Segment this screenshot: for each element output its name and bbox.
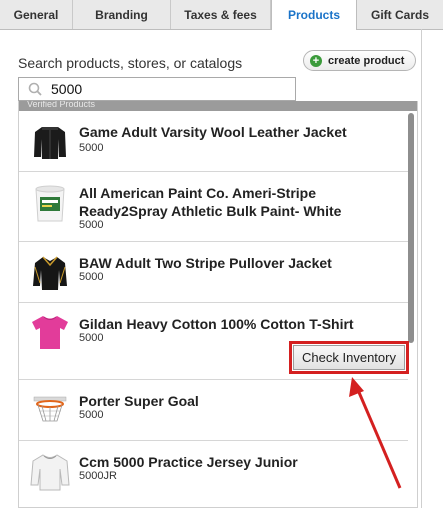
product-name: All American Paint Co. Ameri-Stripe Read… (79, 185, 342, 219)
basketball-hoop-thumbnail (33, 396, 67, 422)
tab-bar: General Branding Taxes & fees Products G… (0, 0, 443, 30)
product-sku: 5000 (79, 142, 104, 154)
product-name: Gildan Heavy Cotton 100% Cotton T-Shirt (79, 316, 354, 332)
paint-bucket-thumbnail (35, 185, 65, 222)
create-product-button[interactable]: + create product (303, 50, 416, 71)
create-product-label: create product (328, 54, 405, 67)
plus-circle-icon: + (310, 54, 322, 67)
check-inventory-button[interactable]: Check Inventory (293, 345, 405, 370)
product-name: Ccm 5000 Practice Jersey Junior (79, 454, 298, 470)
product-sku: 5000 (79, 409, 104, 421)
product-name: Porter Super Goal (79, 393, 199, 409)
tab-products[interactable]: Products (271, 0, 357, 30)
results-scrollbar[interactable] (408, 113, 414, 343)
tab-branding[interactable]: Branding (73, 0, 171, 29)
search-field[interactable] (18, 77, 296, 101)
product-item[interactable]: Game Adult Varsity Wool Leather Jacket 5… (19, 111, 408, 172)
search-label: Search products, stores, or catalogs (18, 55, 243, 71)
product-sku: 5000 (79, 271, 104, 283)
product-item[interactable]: All American Paint Co. Ameri-Stripe Read… (19, 172, 408, 242)
content-divider (421, 29, 422, 508)
product-item[interactable]: Porter Super Goal 5000 (19, 380, 408, 441)
product-name: BAW Adult Two Stripe Pullover Jacket (79, 255, 332, 271)
search-icon (28, 82, 42, 96)
results-panel: Verified Products Game Adult Varsity Woo… (18, 101, 418, 508)
results-header: Verified Products (19, 101, 417, 111)
product-sku: 5000JR (79, 470, 117, 482)
product-item[interactable]: Ccm 5000 Practice Jersey Junior 5000JR (19, 441, 408, 507)
white-jersey-thumbnail (30, 454, 70, 491)
tab-taxes-fees[interactable]: Taxes & fees (171, 0, 271, 29)
pink-tshirt-thumbnail (32, 316, 68, 349)
pullover-jacket-thumbnail (33, 256, 67, 290)
search-input[interactable] (51, 80, 287, 98)
product-sku: 5000 (79, 219, 104, 231)
tab-gift-cards[interactable]: Gift Cards (357, 0, 443, 29)
product-item[interactable]: BAW Adult Two Stripe Pullover Jacket 500… (19, 242, 408, 303)
product-name: Game Adult Varsity Wool Leather Jacket (79, 124, 347, 140)
product-sku: 5000 (79, 332, 104, 344)
tab-general[interactable]: General (0, 0, 73, 29)
black-jacket-thumbnail (34, 127, 66, 159)
